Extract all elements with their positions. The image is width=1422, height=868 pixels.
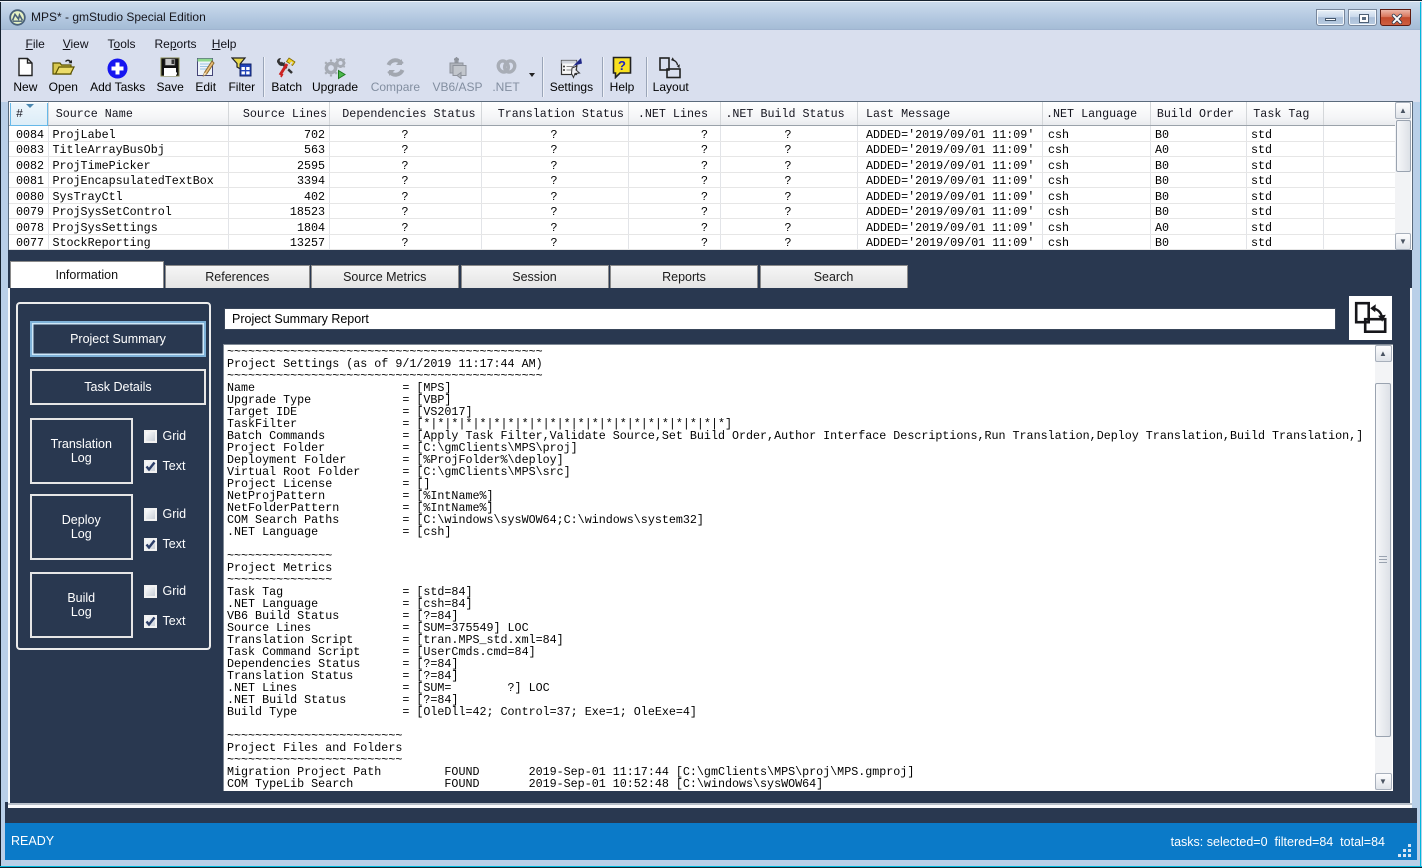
svg-text:?: ? <box>618 58 626 73</box>
